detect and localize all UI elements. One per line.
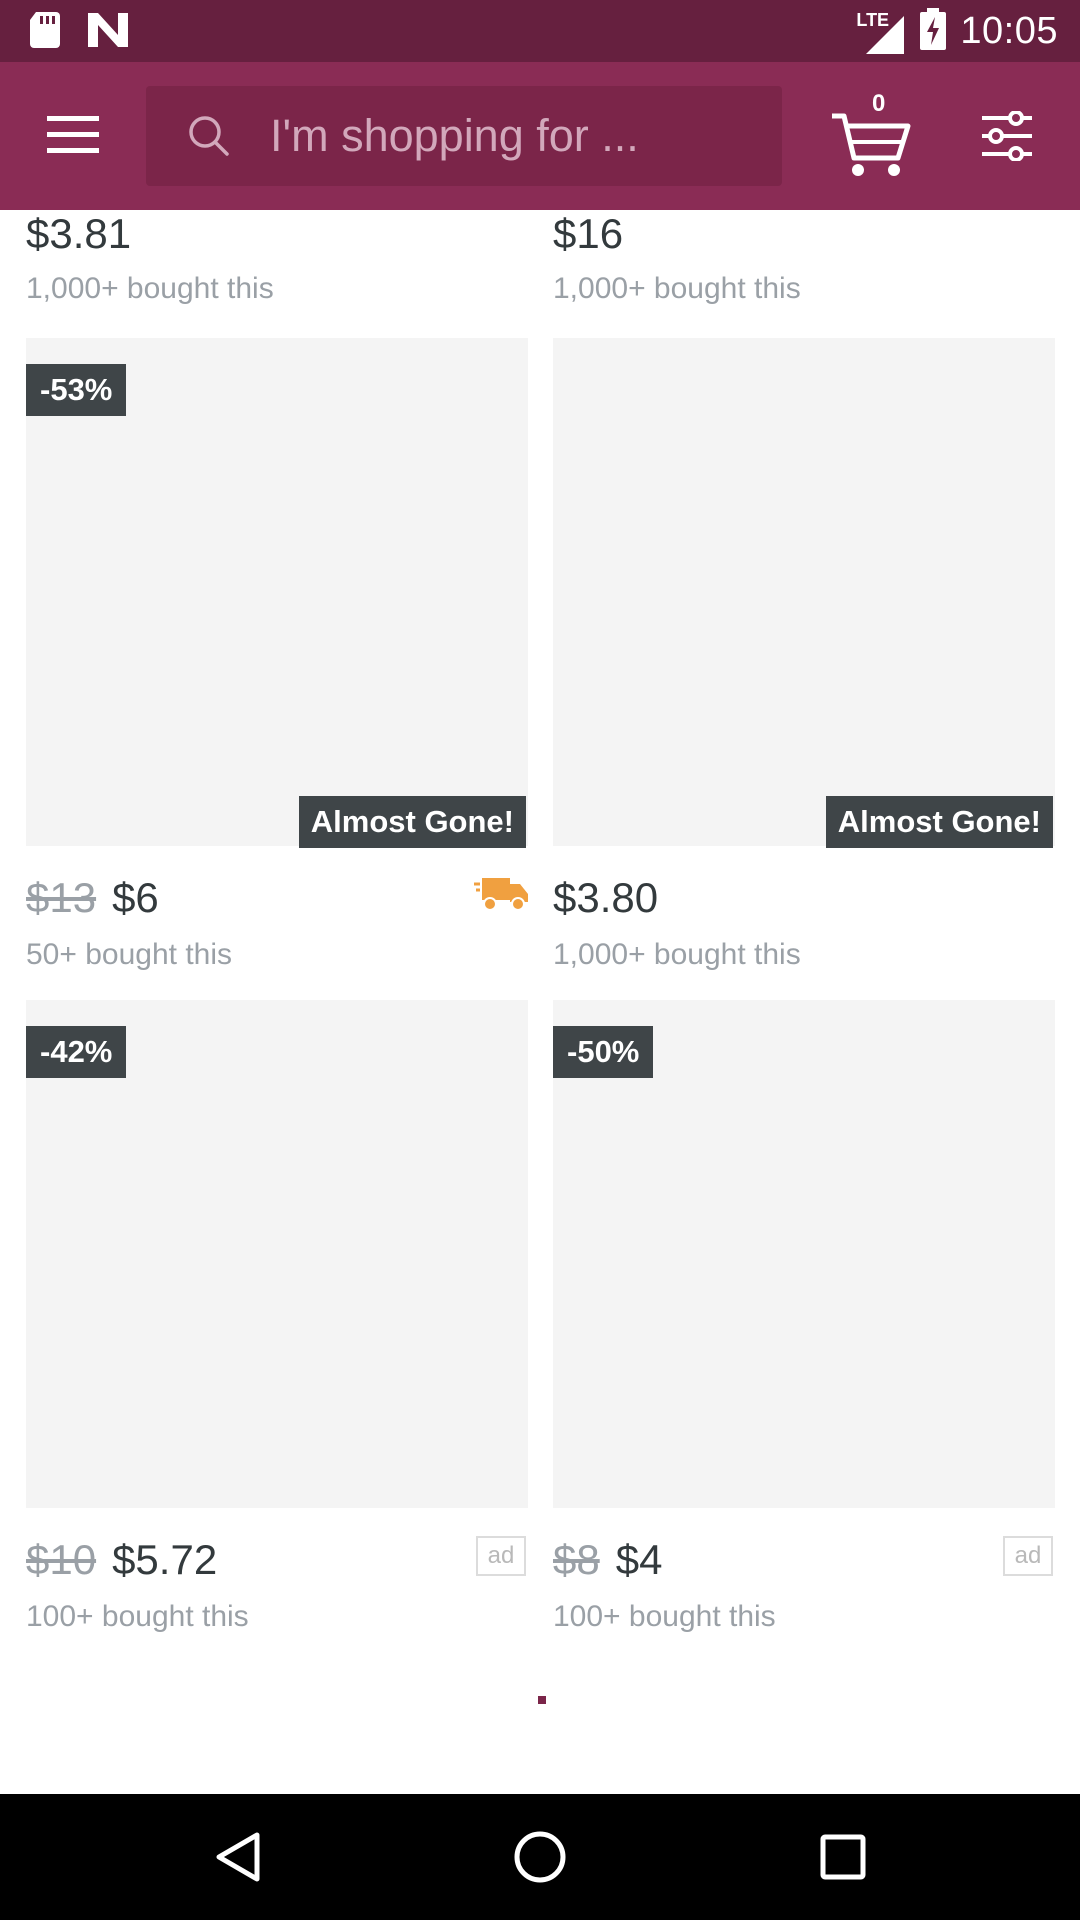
home-circle-icon [513, 1830, 567, 1889]
recents-button[interactable] [808, 1824, 878, 1894]
home-button[interactable] [505, 1824, 575, 1894]
product-image [553, 338, 1055, 846]
clock: 10:05 [960, 10, 1058, 52]
price-row: $13 $6 [26, 874, 159, 930]
menu-button[interactable] [36, 102, 110, 170]
hamburger-menu-icon [47, 114, 99, 159]
price-row: $8 $4 [553, 1536, 662, 1592]
price: $16 [553, 210, 624, 257]
price: $6 [112, 874, 159, 921]
cart-icon [828, 96, 912, 185]
search-input[interactable]: I'm shopping for ... [146, 86, 782, 186]
price-row: $16 [553, 210, 623, 266]
price-row: $3.81 [26, 210, 131, 266]
almost-gone-badge: Almost Gone! [298, 796, 526, 848]
price-row: $10 $5.72 [26, 1536, 217, 1592]
battery-charging-icon [920, 8, 947, 55]
product-card[interactable]: -53% Almost Gone! $13 $6 50+ bought this [26, 338, 528, 978]
sold-count: 50+ bought this [26, 938, 233, 971]
almost-gone-badge: Almost Gone! [825, 796, 1053, 848]
back-button[interactable] [202, 1824, 272, 1894]
recents-square-icon [820, 1834, 866, 1885]
loading-indicator [538, 1696, 546, 1704]
back-triangle-icon [213, 1831, 261, 1888]
delivery-truck-icon [474, 874, 528, 917]
sold-count: 1,000+ bought this [26, 272, 274, 305]
original-price: $8 [553, 1536, 600, 1583]
original-price: $13 [26, 874, 97, 921]
sold-count: 1,000+ bought this [553, 938, 801, 971]
discount-badge: -42% [26, 1026, 127, 1078]
ad-tag: ad [476, 1536, 526, 1576]
signal-icon: LTE [856, 10, 906, 54]
notification-n-icon [88, 13, 128, 52]
sold-count: 100+ bought this [553, 1600, 776, 1633]
price: $4 [615, 1536, 663, 1583]
product-card[interactable]: $16 1,000+ bought this [553, 210, 1055, 310]
sold-count: 1,000+ bought this [553, 272, 801, 305]
discount-badge: -53% [26, 364, 127, 416]
system-nav-bar [0, 1794, 1080, 1920]
price: $5.72 [112, 1536, 218, 1583]
search-placeholder: I'm shopping for ... [270, 110, 639, 161]
original-price: $10 [26, 1536, 97, 1583]
screen: LTE 10:05 I'm shopping for ... 0 $3.81 1… [0, 0, 1080, 1920]
product-card[interactable]: -42% $10 $5.72 ad 100+ bought this [26, 1000, 528, 1640]
sold-count: 100+ bought this [26, 1600, 249, 1633]
product-card[interactable]: $3.81 1,000+ bought this [26, 210, 528, 310]
price: $3.80 [553, 874, 659, 921]
cart-button[interactable]: 0 [828, 90, 912, 180]
price: $3.81 [26, 210, 132, 257]
discount-badge: -50% [553, 1026, 654, 1078]
sd-card-icon [30, 12, 62, 53]
filter-button[interactable] [968, 102, 1046, 174]
ad-tag: ad [1003, 1536, 1053, 1576]
price-row: $3.80 [553, 874, 658, 930]
product-card[interactable]: -50% $8 $4 ad 100+ bought this [553, 1000, 1055, 1640]
app-bar: I'm shopping for ... 0 [0, 62, 1080, 210]
filter-sliders-icon [980, 109, 1034, 166]
search-icon [188, 115, 230, 157]
product-card[interactable]: Almost Gone! $3.80 1,000+ bought this [553, 338, 1055, 978]
status-bar: LTE 10:05 [0, 0, 1080, 62]
